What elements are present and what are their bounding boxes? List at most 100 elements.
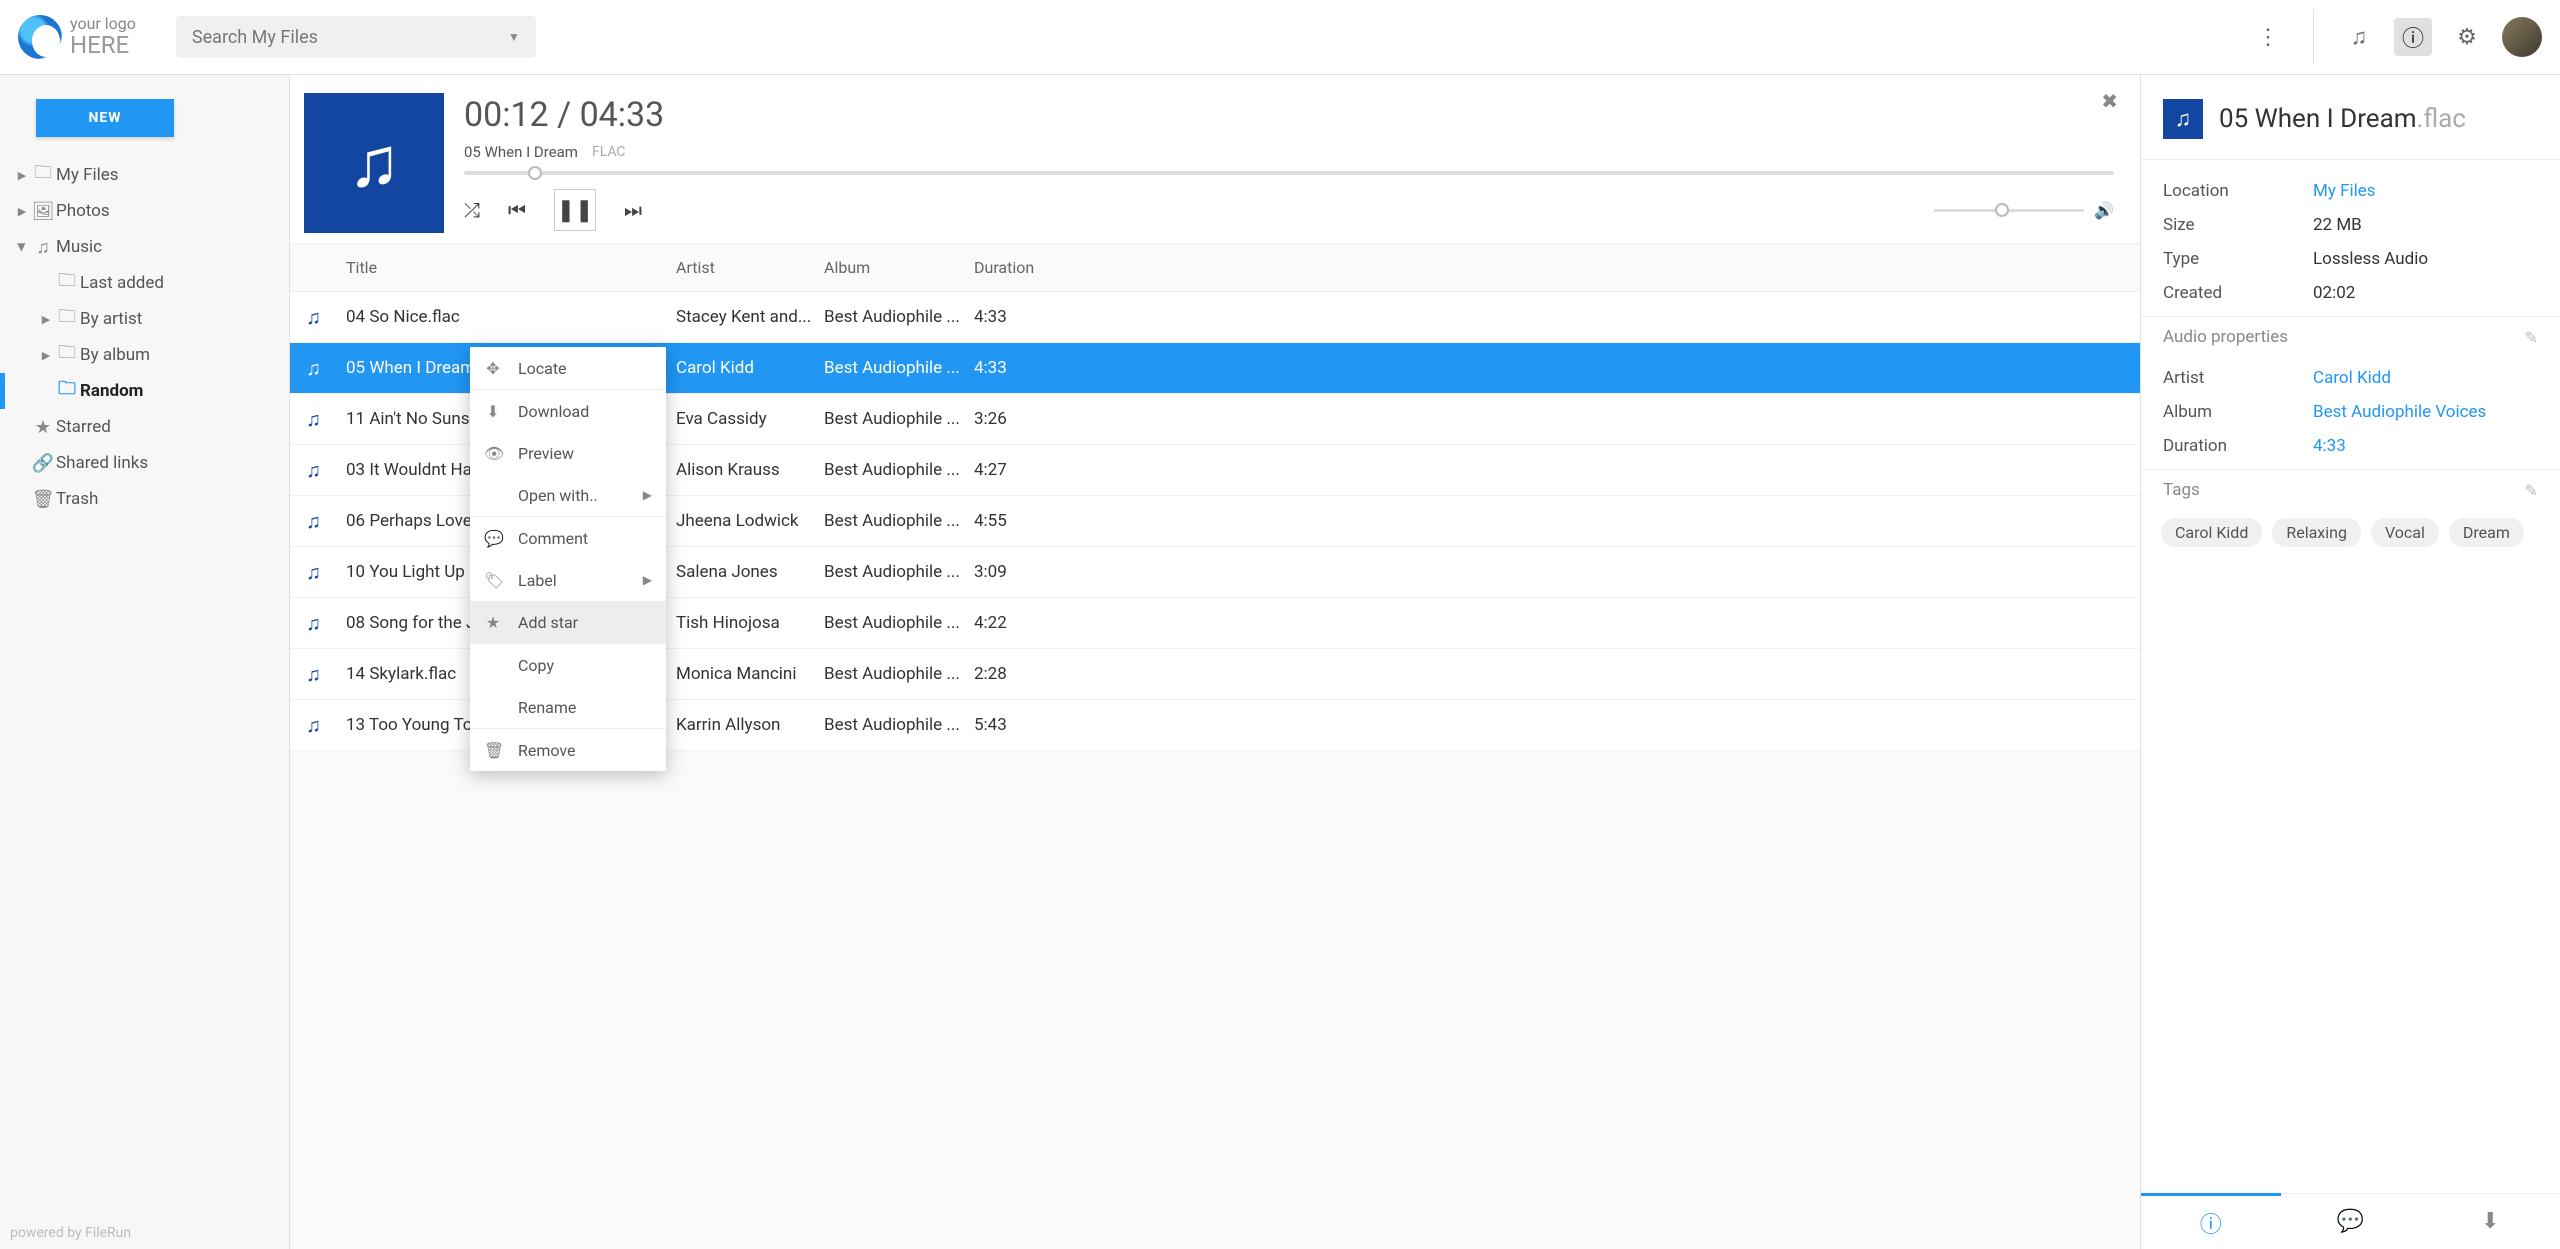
details-panel: ♫ 05 When I Dream.flac LocationMy Files … — [2140, 75, 2560, 1249]
prev-track-icon[interactable]: ⏮ — [508, 198, 526, 222]
sidebar-item-last-added[interactable]: 🗀Last added — [0, 265, 289, 301]
tab-download[interactable]: ⬇ — [2420, 1194, 2560, 1249]
sidebar-item-shared-links[interactable]: 🔗Shared links — [0, 445, 289, 481]
tag[interactable]: Dream — [2449, 518, 2524, 547]
tag-icon: 🏷 — [484, 571, 502, 590]
new-button[interactable]: NEW — [36, 99, 174, 137]
photos-icon: 🖼 — [30, 201, 56, 222]
location-link[interactable]: My Files — [2313, 181, 2376, 201]
sidebar-item-by-album[interactable]: ▶🗀By album — [0, 337, 289, 373]
logo[interactable]: your logo HERE — [18, 15, 136, 59]
pause-button[interactable]: ❚❚ — [554, 189, 596, 231]
sidebar-item-by-artist[interactable]: ▶🗀By artist — [0, 301, 289, 337]
folder-icon: 🗀 — [54, 340, 80, 370]
main: ♫ 00:12 / 04:33 05 When I Dream FLAC ⤮ ⏮… — [290, 75, 2140, 1249]
cell-artist: Carol Kidd — [676, 358, 824, 378]
sidebar-item-trash[interactable]: 🗑Trash — [0, 481, 289, 517]
sidebar: NEW ▶🗀My Files ▶🖼Photos ▶♫Music 🗀Last ad… — [0, 75, 290, 1249]
ctx-add-star[interactable]: ★Add star — [470, 601, 666, 643]
comment-icon: 💬 — [484, 529, 502, 548]
sidebar-item-photos[interactable]: ▶🖼Photos — [0, 193, 289, 229]
cell-duration: 4:33 — [974, 307, 1054, 327]
next-track-icon[interactable]: ⏭ — [624, 198, 642, 222]
sidebar-item-starred[interactable]: ★Starred — [0, 409, 289, 445]
ctx-open-with[interactable]: Open with..▶ — [470, 474, 666, 516]
cell-duration: 3:26 — [974, 409, 1054, 429]
chevron-right-icon: ▶ — [643, 573, 652, 587]
cell-artist: Stacey Kent and... — [676, 307, 824, 327]
sidebar-item-my-files[interactable]: ▶🗀My Files — [0, 157, 289, 193]
tags-list: Carol Kidd Relaxing Vocal Dream — [2141, 510, 2560, 555]
cell-artist: Eva Cassidy — [676, 409, 824, 429]
more-icon[interactable]: ⋮ — [2249, 18, 2287, 56]
folder-icon: 🗀 — [30, 160, 56, 190]
search-dropdown-icon[interactable]: ▼ — [508, 30, 520, 44]
topbar: your logo HERE Search My Files ▼ ⋮ ♫ ⓘ ⚙ — [0, 0, 2560, 75]
cell-duration: 4:55 — [974, 511, 1054, 531]
volume-icon[interactable]: 🔊 — [2094, 201, 2114, 220]
artist-link[interactable]: Carol Kidd — [2313, 368, 2391, 388]
volume-knob[interactable] — [1995, 203, 2009, 217]
footer-text: powered by FileRun — [0, 1217, 289, 1249]
folder-icon: 🗀 — [54, 268, 80, 298]
cell-duration: 4:22 — [974, 613, 1054, 633]
progress-knob[interactable] — [528, 166, 542, 180]
ctx-preview[interactable]: 👁Preview — [470, 432, 666, 474]
cell-album: Best Audiophile ... — [824, 358, 974, 378]
player: ♫ 00:12 / 04:33 05 When I Dream FLAC ⤮ ⏮… — [290, 75, 2140, 244]
avatar[interactable] — [2502, 17, 2542, 57]
tag[interactable]: Vocal — [2371, 518, 2439, 547]
close-player-icon[interactable]: ✖ — [2101, 89, 2118, 113]
ctx-locate[interactable]: ✥Locate — [470, 347, 666, 389]
col-album[interactable]: Album — [824, 258, 974, 277]
cell-album: Best Audiophile ... — [824, 307, 974, 327]
duration-link[interactable]: 4:33 — [2313, 436, 2346, 456]
edit-audio-icon[interactable]: ✎ — [2525, 328, 2538, 347]
ctx-copy[interactable]: Copy — [470, 644, 666, 686]
shuffle-icon[interactable]: ⤮ — [464, 198, 480, 222]
cell-album: Best Audiophile ... — [824, 409, 974, 429]
ctx-rename[interactable]: Rename — [470, 686, 666, 728]
tab-comments[interactable]: 💬 — [2281, 1194, 2421, 1249]
tag[interactable]: Carol Kidd — [2161, 518, 2262, 547]
col-artist[interactable]: Artist — [676, 258, 824, 277]
music-file-icon: ♫ — [306, 560, 346, 585]
star-icon: ★ — [484, 613, 502, 632]
volume-slider[interactable] — [1934, 209, 2084, 212]
created-value: 02:02 — [2313, 283, 2355, 303]
tag[interactable]: Relaxing — [2272, 518, 2361, 547]
cell-title: 04 So Nice.flac — [346, 307, 676, 327]
cell-album: Best Audiophile ... — [824, 460, 974, 480]
music-file-icon: ♫ — [306, 407, 346, 432]
cell-duration: 2:28 — [974, 664, 1054, 684]
col-title[interactable]: Title — [346, 258, 676, 277]
table-row[interactable]: ♫04 So Nice.flacStacey Kent and...Best A… — [290, 292, 2140, 343]
link-icon: 🔗 — [30, 453, 56, 474]
cell-artist: Monica Mancini — [676, 664, 824, 684]
cell-album: Best Audiophile ... — [824, 511, 974, 531]
music-file-icon: ♫ — [306, 305, 346, 330]
ctx-comment[interactable]: 💬Comment — [470, 517, 666, 559]
album-link[interactable]: Best Audiophile Voices — [2313, 402, 2486, 422]
album-art: ♫ — [304, 93, 444, 233]
col-duration[interactable]: Duration — [974, 258, 1054, 277]
edit-tags-icon[interactable]: ✎ — [2525, 481, 2538, 500]
details-filename: 05 When I Dream.flac — [2219, 104, 2466, 134]
cell-artist: Salena Jones — [676, 562, 824, 582]
info-icon[interactable]: ⓘ — [2394, 18, 2432, 56]
folder-tree: ▶🗀My Files ▶🖼Photos ▶♫Music 🗀Last added … — [0, 157, 289, 1217]
music-icon[interactable]: ♫ — [2340, 18, 2378, 56]
sidebar-item-music[interactable]: ▶♫Music — [0, 229, 289, 265]
logo-text: your logo HERE — [70, 16, 136, 58]
progress-bar[interactable] — [464, 171, 2114, 175]
ctx-label[interactable]: 🏷Label▶ — [470, 559, 666, 601]
player-track-title: 05 When I Dream — [464, 143, 578, 161]
search-input[interactable]: Search My Files ▼ — [176, 16, 536, 58]
ctx-remove[interactable]: 🗑Remove — [470, 729, 666, 771]
gear-icon[interactable]: ⚙ — [2448, 18, 2486, 56]
tags-header: Tags — [2163, 480, 2200, 500]
sidebar-item-random[interactable]: 🗀Random — [0, 373, 289, 409]
ctx-download[interactable]: ⬇Download — [470, 390, 666, 432]
music-file-icon: ♫ — [306, 509, 346, 534]
tab-info[interactable]: ⓘ — [2141, 1193, 2281, 1249]
